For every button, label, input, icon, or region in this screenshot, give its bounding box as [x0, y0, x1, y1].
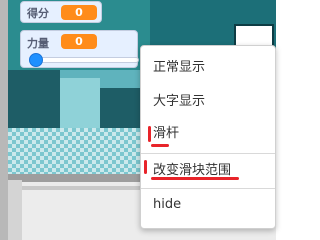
menu-item-change-slider-range[interactable]: 改变滑块范围 — [141, 156, 275, 186]
power-slider-thumb[interactable] — [29, 53, 43, 67]
score-monitor-value: 0 — [61, 5, 97, 20]
score-monitor-label: 得分 — [27, 7, 49, 20]
scene-light-block — [60, 78, 100, 128]
scene-dark-block-mid — [100, 88, 140, 128]
menu-item-large-readout[interactable]: 大字显示 — [141, 87, 275, 117]
menu-divider — [141, 153, 275, 154]
monitor-context-menu: 正常显示 大字显示 滑杆 改变滑块范围 hide — [140, 45, 276, 229]
score-monitor[interactable]: 得分 0 — [20, 1, 102, 23]
power-monitor[interactable]: 力量 0 — [20, 30, 139, 68]
menu-divider — [141, 188, 275, 189]
scene-dark-block-left — [0, 70, 60, 128]
annotation-tick-slider — [148, 126, 151, 142]
power-monitor-value: 0 — [61, 34, 97, 49]
stage-left-edge-inner — [8, 180, 22, 240]
annotation-underline-range — [151, 177, 239, 180]
power-monitor-label: 力量 — [27, 37, 49, 50]
power-slider-track[interactable] — [33, 57, 139, 63]
annotation-tick-range — [144, 160, 147, 174]
menu-item-normal-readout[interactable]: 正常显示 — [141, 53, 275, 83]
annotation-underline-slider — [151, 144, 169, 147]
stage-left-edge — [0, 0, 8, 240]
menu-item-hide[interactable]: hide — [141, 190, 275, 220]
